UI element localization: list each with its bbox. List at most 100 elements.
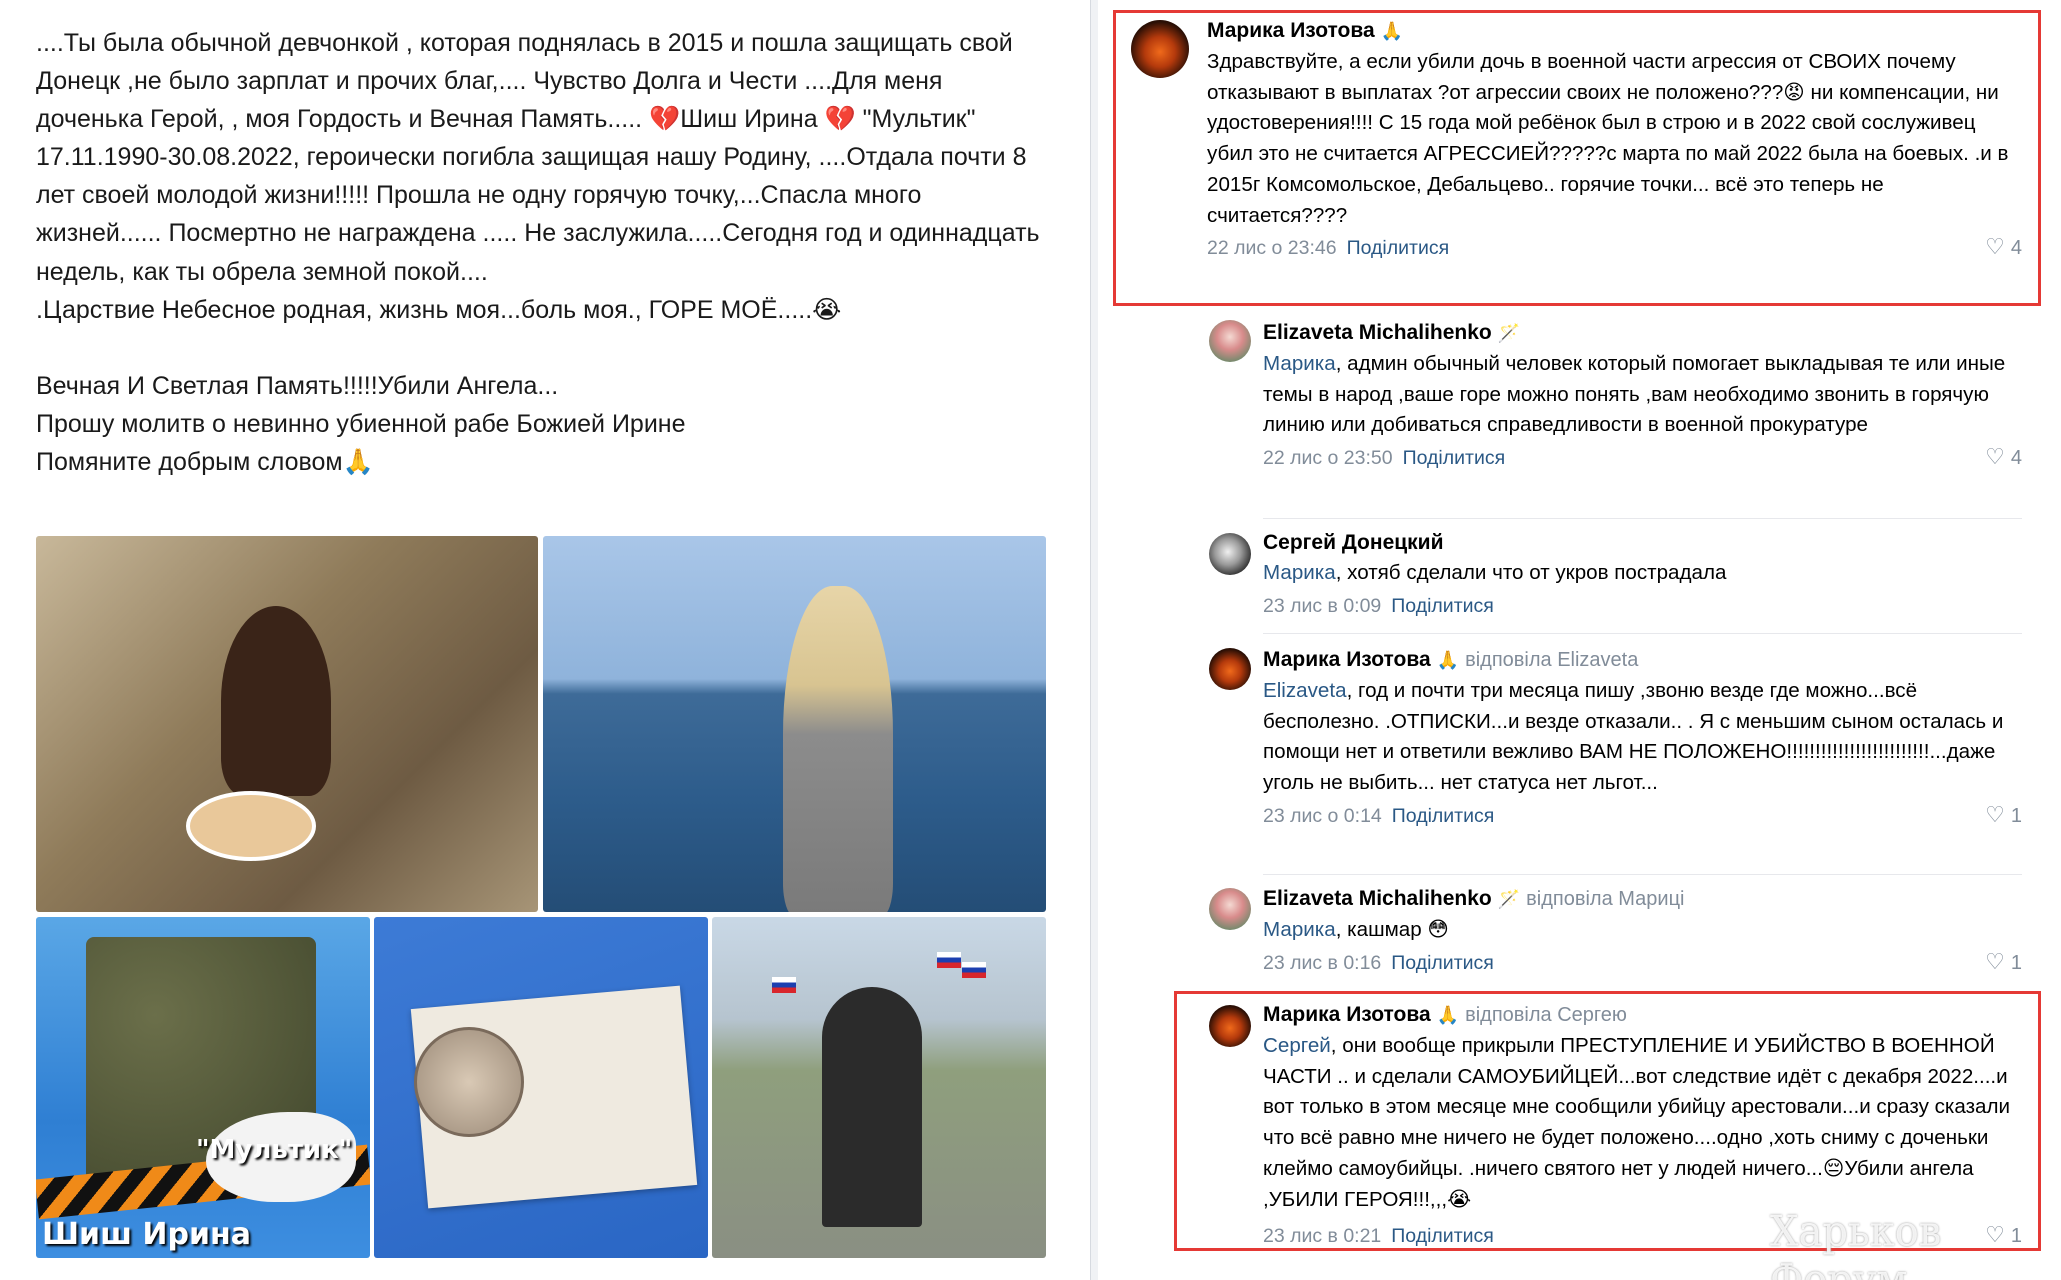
avatar[interactable] <box>1209 533 1251 575</box>
post-panel: ....Ты была обычной девчонкой , которая … <box>0 0 1085 1280</box>
author-name[interactable]: Elizaveta Michalihenko <box>1263 887 1492 910</box>
avatar[interactable] <box>1131 20 1189 78</box>
photo-grid: "Мультик" Шиш Ирина <box>36 536 1046 1258</box>
heart-outline-icon: ♡ <box>1985 235 2005 261</box>
comment-text: Elizaveta, год и почти три месяца пишу ,… <box>1263 676 2022 799</box>
avatar[interactable] <box>1209 1005 1251 1047</box>
comment-text: Марика, хотяб сделали что от укров постр… <box>1263 558 2022 589</box>
gravestone-image <box>822 987 922 1227</box>
comment-author[interactable]: Марика Изотова 🙏 <box>1207 16 2022 47</box>
photo-cake <box>186 791 316 861</box>
avatar[interactable] <box>1209 320 1251 362</box>
comment: Elizaveta Michalihenko 🪄 Марика, админ об… <box>1263 318 2022 473</box>
separator <box>1263 518 2022 519</box>
comment-body: , админ обычный человек который помогает… <box>1263 352 2011 437</box>
comment: Сергей Донецкий Марика, хотяб сделали чт… <box>1263 528 2022 621</box>
photo-sea[interactable] <box>543 536 1046 912</box>
heart-outline-icon: ♡ <box>1985 949 2005 975</box>
comment-meta: 22 лис о 23:46 Поділитися ♡ 4 <box>1207 233 2022 263</box>
mention-link[interactable]: Сергей <box>1263 1034 1331 1057</box>
photo-caption-nickname: "Мультик" <box>196 1135 353 1165</box>
comment-time[interactable]: 22 лис о 23:50 <box>1263 447 1393 469</box>
heart-outline-icon: ♡ <box>1985 802 2005 828</box>
author-emoji: 🪄 <box>1497 323 1521 344</box>
watermark: Харьков Форум <box>1770 1207 1942 1280</box>
author-emoji: 🪄 <box>1497 889 1521 910</box>
comment-meta: 23 лис в 0:16 Поділитися ♡ 1 <box>1263 948 2022 978</box>
flag-image <box>937 952 961 968</box>
like-button[interactable]: ♡ 1 <box>1985 801 2022 831</box>
photo-grave[interactable] <box>712 917 1046 1258</box>
share-link[interactable]: Поділитися <box>1391 952 1494 974</box>
like-count: 4 <box>2010 447 2022 470</box>
photo-caption-name: Шиш Ирина <box>42 1217 251 1252</box>
comment-meta: 23 лис в 0:09 Поділитися <box>1263 591 2022 621</box>
comment-author[interactable]: Сергей Донецкий <box>1263 528 2022 558</box>
panel-divider <box>1090 0 1098 1280</box>
avatar[interactable] <box>1209 648 1251 690</box>
comment-text: Здравствуйте, а если убили дочь в военно… <box>1207 50 2015 227</box>
share-link[interactable]: Поділитися <box>1347 237 1450 259</box>
comment-body: , хотяб сделали что от укров пострадала <box>1335 561 1727 584</box>
flag-image <box>772 977 796 993</box>
comment-author[interactable]: Марика Изотова 🙏 відповіла Сергею <box>1263 1000 2022 1031</box>
comment-meta: 23 лис о 0:14 Поділитися ♡ 1 <box>1263 801 2022 831</box>
share-link[interactable]: Поділитися <box>1391 1225 1494 1247</box>
author-emoji: 🙏 <box>1436 650 1460 671</box>
author-name[interactable]: Elizaveta Michalihenko <box>1263 321 1492 344</box>
comment-body: , они вообще прикрыли ПРЕСТУПЛЕНИЕ И УБИ… <box>1263 1034 2016 1211</box>
avatar[interactable] <box>1209 888 1251 930</box>
author-name[interactable]: Марика Изотова <box>1207 19 1375 42</box>
like-button[interactable]: ♡ 4 <box>1985 443 2022 473</box>
post-text: ....Ты была обычной девчонкой , которая … <box>36 29 1040 477</box>
reply-to-link[interactable]: відповіла Сергею <box>1465 1004 1627 1026</box>
separator <box>1263 874 2022 875</box>
comment-author[interactable]: Марика Изотова 🙏 відповіла Elizaveta <box>1263 645 2022 676</box>
share-link[interactable]: Поділитися <box>1392 805 1495 827</box>
comment-author[interactable]: Elizaveta Michalihenko 🪄 <box>1263 318 2022 349</box>
flag-image <box>962 962 986 978</box>
share-link[interactable]: Поділитися <box>1403 447 1506 469</box>
comment: Elizaveta Michalihenko 🪄 відповіла Мариці … <box>1263 884 2022 978</box>
author-name[interactable]: Марика Изотова <box>1263 1003 1431 1026</box>
mention-link[interactable]: Elizaveta <box>1263 679 1347 702</box>
comment-text: Сергей, они вообще прикрыли ПРЕСТУПЛЕНИЕ… <box>1263 1031 2022 1215</box>
comment: Марика Изотова 🙏 відповіла Elizaveta Eliza… <box>1263 645 2022 831</box>
photo-child-birthday[interactable] <box>36 536 538 912</box>
photo-memorial-collage[interactable]: "Мультик" Шиш Ирина <box>36 917 370 1258</box>
photo-figure <box>221 606 331 796</box>
mention-link[interactable]: Марика <box>1263 561 1336 584</box>
comments-panel: Марика Изотова 🙏 Здравствуйте, а если уби… <box>1099 0 2061 1280</box>
like-count: 4 <box>2010 237 2022 260</box>
photo-figure <box>783 586 893 912</box>
mention-link[interactable]: Марика <box>1263 352 1336 375</box>
share-link[interactable]: Поділитися <box>1391 595 1494 617</box>
author-emoji: 🙏 <box>1436 1005 1460 1026</box>
mention-link[interactable]: Марика <box>1263 918 1336 941</box>
comment-author[interactable]: Elizaveta Michalihenko 🪄 відповіла Мариці <box>1263 884 2022 915</box>
author-name[interactable]: Сергей Донецкий <box>1263 531 1444 554</box>
like-button[interactable]: ♡ 4 <box>1985 233 2022 263</box>
comment-text: Марика, админ обычный человек который по… <box>1263 349 2022 441</box>
comment: Марика Изотова 🙏 Здравствуйте, а если уби… <box>1207 16 2022 263</box>
comment-time[interactable]: 23 лис о 0:14 <box>1263 805 1382 827</box>
comment-body: , кашмар 😳 <box>1335 918 1449 941</box>
separator <box>1263 633 2022 634</box>
like-count: 1 <box>2010 951 2022 974</box>
comment-meta: 22 лис о 23:50 Поділитися ♡ 4 <box>1263 443 2022 473</box>
reply-to-link[interactable]: відповіла Elizaveta <box>1465 649 1638 671</box>
comment-time[interactable]: 23 лис в 0:16 <box>1263 952 1381 974</box>
reply-to-link[interactable]: відповіла Мариці <box>1526 888 1684 910</box>
comment-time[interactable]: 22 лис о 23:46 <box>1207 237 1337 259</box>
comment-body: , год и почти три месяца пишу ,звоню вез… <box>1263 679 2010 795</box>
comment-text: Марика, кашмар 😳 <box>1263 915 2022 946</box>
comment-time[interactable]: 23 лис в 0:09 <box>1263 595 1381 617</box>
comment-time[interactable]: 23 лис в 0:21 <box>1263 1225 1381 1247</box>
like-button[interactable]: ♡ 1 <box>1985 948 2022 978</box>
heart-outline-icon: ♡ <box>1985 445 2005 471</box>
medal-image <box>414 1027 524 1137</box>
author-name[interactable]: Марика Изотова <box>1263 648 1431 671</box>
like-count: 1 <box>2010 804 2022 827</box>
photo-medal-certificate[interactable] <box>374 917 708 1258</box>
author-emoji: 🙏 <box>1380 21 1404 42</box>
